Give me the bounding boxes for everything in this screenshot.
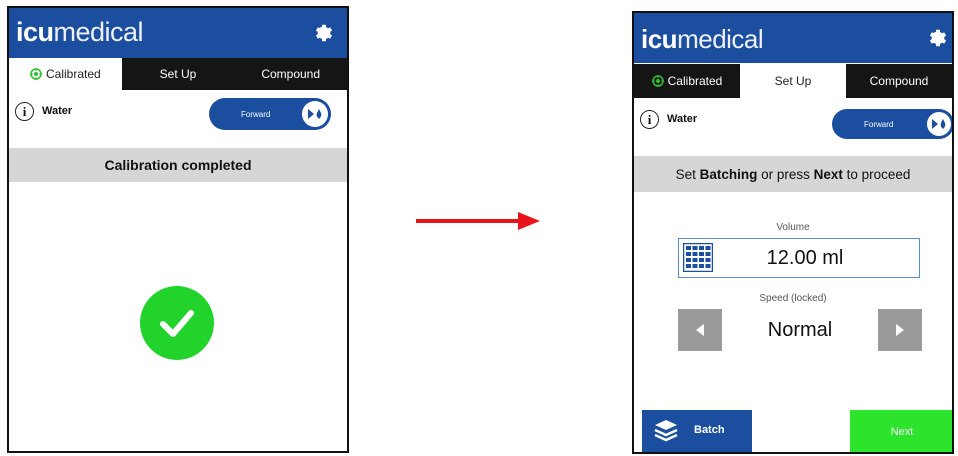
tab-label: Compound bbox=[261, 67, 321, 81]
tab-label: Compound bbox=[869, 74, 929, 88]
tab-setup[interactable]: Set Up bbox=[740, 64, 846, 98]
icu-medical-logo: icumedical bbox=[16, 17, 144, 47]
speed-selector: Normal bbox=[678, 309, 922, 351]
calibration-screen: icumedical Calibrated Set Up Compound i … bbox=[7, 6, 349, 453]
fluid-row: i Water Forward bbox=[9, 90, 347, 138]
banner-next: Next bbox=[813, 166, 843, 182]
status-banner: Set Batching or press Next to proceed bbox=[634, 156, 952, 192]
calibrated-target-icon bbox=[651, 75, 664, 87]
arrow-left-icon[interactable] bbox=[678, 309, 722, 351]
tab-bar: Calibrated Set Up Compound bbox=[634, 64, 952, 98]
tab-label: Set Up bbox=[774, 74, 812, 88]
app-header: icumedical bbox=[634, 13, 952, 63]
calibrated-target-icon bbox=[29, 68, 42, 80]
toggle-label: Forward bbox=[241, 109, 271, 119]
tab-setup[interactable]: Set Up bbox=[121, 58, 235, 90]
tab-label: Calibrated bbox=[667, 74, 723, 88]
app-header: icumedical bbox=[9, 8, 347, 58]
layers-icon bbox=[654, 420, 678, 442]
next-label: Next bbox=[890, 426, 914, 438]
volume-label: Volume bbox=[776, 222, 810, 233]
speed-value: Normal bbox=[722, 309, 878, 351]
fluid-name: Water bbox=[667, 113, 698, 125]
tab-label: Calibrated bbox=[45, 67, 101, 81]
direction-toggle[interactable]: Forward bbox=[832, 109, 952, 139]
tab-calibrated[interactable]: Calibrated bbox=[634, 64, 740, 98]
tab-compound[interactable]: Compound bbox=[234, 58, 347, 90]
drops-icon bbox=[927, 112, 951, 136]
info-icon[interactable]: i bbox=[640, 110, 659, 129]
check-icon bbox=[140, 286, 214, 360]
banner-text: Set bbox=[675, 166, 700, 182]
banner-text: or press bbox=[757, 166, 814, 182]
volume-value: 12.00 ml bbox=[766, 246, 844, 269]
toggle-label: Forward bbox=[864, 119, 894, 129]
setup-screen: icumedical Calibrated Set Up Compound i … bbox=[632, 11, 954, 454]
tab-label: Set Up bbox=[159, 67, 197, 81]
direction-toggle[interactable]: Forward bbox=[209, 98, 331, 130]
fluid-name: Water bbox=[42, 105, 73, 117]
fluid-row: i Water Forward bbox=[634, 98, 952, 146]
batch-label: Batch bbox=[694, 424, 725, 436]
volume-field[interactable]: 12.00 ml bbox=[678, 238, 920, 278]
gear-icon[interactable] bbox=[313, 22, 335, 44]
banner-batching: Batching bbox=[699, 166, 758, 182]
gear-icon[interactable] bbox=[927, 27, 949, 49]
icu-medical-logo: icumedical bbox=[641, 24, 764, 54]
drops-icon bbox=[302, 101, 328, 127]
next-button[interactable]: Next bbox=[850, 410, 952, 452]
status-banner: Calibration completed bbox=[9, 148, 347, 182]
arrow-right-icon[interactable] bbox=[878, 309, 922, 351]
keypad-icon[interactable] bbox=[683, 243, 713, 272]
tab-calibrated[interactable]: Calibrated bbox=[9, 58, 122, 90]
speed-label: Speed (locked) bbox=[759, 293, 827, 304]
right-arrow-icon bbox=[416, 212, 540, 230]
tab-bar: Calibrated Set Up Compound bbox=[9, 58, 347, 90]
info-icon[interactable]: i bbox=[15, 102, 34, 121]
banner-text: to proceed bbox=[842, 166, 911, 182]
batch-button[interactable]: Batch bbox=[642, 410, 752, 452]
tab-compound[interactable]: Compound bbox=[846, 64, 952, 98]
